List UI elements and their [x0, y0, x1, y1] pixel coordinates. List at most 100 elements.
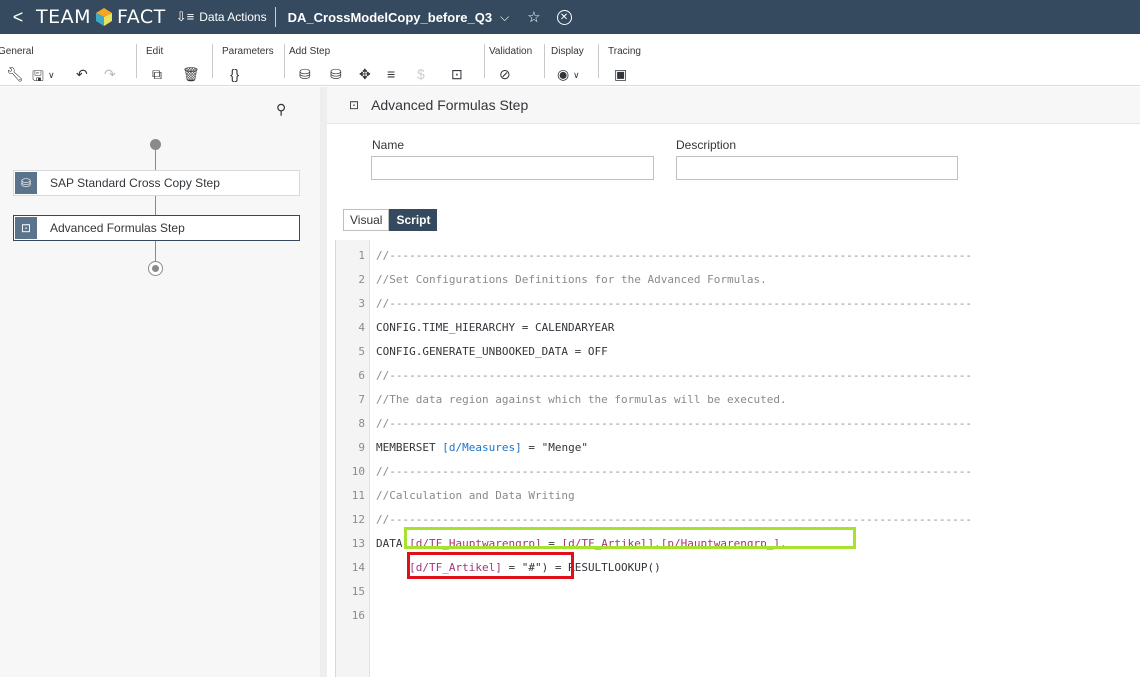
code-line: //--------------------------------------…: [376, 513, 973, 526]
shell-bar: < TEAM FACT ⇩≡ Data Actions DA_CrossMode…: [0, 0, 1140, 34]
undo-icon[interactable]: ↶: [76, 66, 88, 83]
brand-logo: TEAM FACT: [36, 6, 166, 28]
step-title: Advanced Formulas Step: [371, 97, 529, 113]
logo-icon: [94, 7, 114, 27]
group-title-parameters: Parameters: [222, 46, 274, 57]
code-line: //--------------------------------------…: [376, 465, 973, 478]
name-field[interactable]: [371, 156, 654, 180]
search-icon[interactable]: ⚲: [276, 101, 286, 118]
code-line: //--------------------------------------…: [376, 249, 973, 262]
app-label[interactable]: Data Actions: [199, 10, 266, 24]
group-title-edit: Edit: [146, 46, 164, 57]
flow-end-icon: [148, 261, 163, 276]
script-editor[interactable]: 1 2 3 4 5 6 7 8 9 10 11 12 13 14 15 16 /…: [335, 240, 1140, 677]
line-number: 7: [358, 393, 365, 406]
currency-conversion-icon[interactable]: $: [417, 66, 425, 82]
divider: [544, 44, 545, 78]
step-header: ⊡ Advanced Formulas Step: [327, 87, 1140, 124]
flow-panel: ⚲ ⛁ SAP Standard Cross Copy Step ⊡ Advan…: [0, 87, 320, 677]
flow-step-cross-copy[interactable]: ⛁ SAP Standard Cross Copy Step: [13, 170, 300, 196]
line-number: 8: [358, 417, 365, 430]
line-number: 5: [358, 345, 365, 358]
flow-connector: [155, 241, 156, 261]
advanced-formulas-icon: ⊡: [349, 98, 360, 112]
code-line: //--------------------------------------…: [376, 417, 973, 430]
line-number: 9: [358, 441, 365, 454]
flow-step-label: SAP Standard Cross Copy Step: [50, 176, 220, 190]
group-title-validation: Validation: [489, 46, 533, 57]
divider: [212, 44, 213, 78]
code-line: CONFIG.TIME_HIERARCHY = CALENDARYEAR: [376, 321, 615, 334]
description-field[interactable]: [676, 156, 958, 180]
flow-step-label: Advanced Formulas Step: [50, 221, 185, 235]
code-line: //Calculation and Data Writing: [376, 489, 575, 502]
copy-icon[interactable]: ⧉: [152, 66, 162, 83]
line-number: 11: [351, 489, 365, 502]
chevron-down-icon[interactable]: ⌵: [500, 10, 509, 25]
flow-connector: [155, 150, 156, 170]
group-title-add-step: Add Step: [289, 46, 331, 57]
code-token: MEMBERSET: [376, 441, 443, 454]
brand-left: TEAM: [36, 6, 92, 28]
code-line: //--------------------------------------…: [376, 369, 973, 382]
allocation-icon[interactable]: ✥: [359, 66, 371, 83]
star-icon[interactable]: ☆: [527, 8, 540, 26]
line-number: 15: [351, 585, 365, 598]
flow-step-advanced-formulas[interactable]: ⊡ Advanced Formulas Step: [13, 215, 300, 241]
line-number: 4: [358, 321, 365, 334]
script-icon: ⊡: [15, 217, 37, 239]
divider: [136, 44, 137, 78]
group-title-tracing: Tracing: [608, 46, 641, 57]
tab-visual[interactable]: Visual: [343, 209, 390, 231]
group-title-display: Display: [551, 46, 584, 57]
line-number: 3: [358, 297, 365, 310]
wrench-icon[interactable]: 🔧︎: [6, 66, 24, 83]
code-line: //--------------------------------------…: [376, 297, 973, 310]
code-line: MEMBERSET [d/Measures] = "Menge": [376, 441, 588, 454]
description-label: Description: [676, 138, 737, 152]
delete-icon[interactable]: 🗑︎: [182, 66, 200, 83]
advanced-formulas-icon[interactable]: ⊡: [451, 66, 463, 83]
line-number: 1: [358, 249, 365, 262]
embedded-data-action-icon[interactable]: ≡: [387, 66, 395, 82]
highlight-box-red: [407, 552, 574, 579]
code-line: CONFIG.GENERATE_UNBOOKED_DATA = OFF: [376, 345, 608, 358]
flow-start-icon: [150, 139, 161, 150]
code-line: //The data region against which the form…: [376, 393, 787, 406]
chevron-down-icon[interactable]: ∨: [48, 70, 55, 81]
code-token: [d/Measures]: [442, 441, 522, 454]
tab-script[interactable]: Script: [389, 209, 438, 231]
code-token: = "Menge": [521, 441, 588, 454]
editor-tabs: Visual Script: [343, 209, 438, 231]
divider: [274, 7, 276, 27]
highlight-box-green: [404, 527, 856, 549]
chevron-down-icon[interactable]: ∨: [573, 70, 580, 81]
close-circle-icon[interactable]: ✕: [556, 9, 572, 25]
group-title-general: General: [0, 46, 34, 57]
line-number: 2: [358, 273, 365, 286]
line-number: 13: [351, 537, 365, 550]
line-number: 12: [351, 513, 365, 526]
line-number: 6: [358, 369, 365, 382]
cube-icon: ⛁: [15, 172, 37, 194]
eye-icon[interactable]: ◉: [557, 66, 569, 83]
line-number-gutter: 1 2 3 4 5 6 7 8 9 10 11 12 13 14 15 16: [336, 240, 370, 677]
check-circle-icon[interactable]: ⊘: [499, 66, 511, 83]
flow-connector: [155, 196, 156, 215]
cross-copy-icon[interactable]: ⛁: [299, 66, 311, 83]
splitter[interactable]: [320, 87, 327, 677]
brand-right: FACT: [117, 6, 166, 28]
braces-icon[interactable]: {}: [230, 66, 239, 82]
copy-step-icon[interactable]: ⛁: [330, 66, 342, 83]
document-title[interactable]: DA_CrossModelCopy_before_Q3: [288, 10, 492, 25]
redo-icon[interactable]: ↷: [104, 66, 116, 83]
name-label: Name: [372, 138, 405, 152]
divider: [284, 44, 285, 78]
back-button[interactable]: <: [0, 7, 36, 28]
divider: [484, 44, 485, 78]
line-number: 16: [351, 609, 365, 622]
toolbar: General 🔧︎ 🖫 ∨ ↶ ↷ Edit ⧉ 🗑︎ Parameters …: [0, 34, 1140, 86]
tracing-icon[interactable]: ▣: [614, 66, 627, 83]
data-action-icon: ⇩≡: [175, 9, 195, 24]
